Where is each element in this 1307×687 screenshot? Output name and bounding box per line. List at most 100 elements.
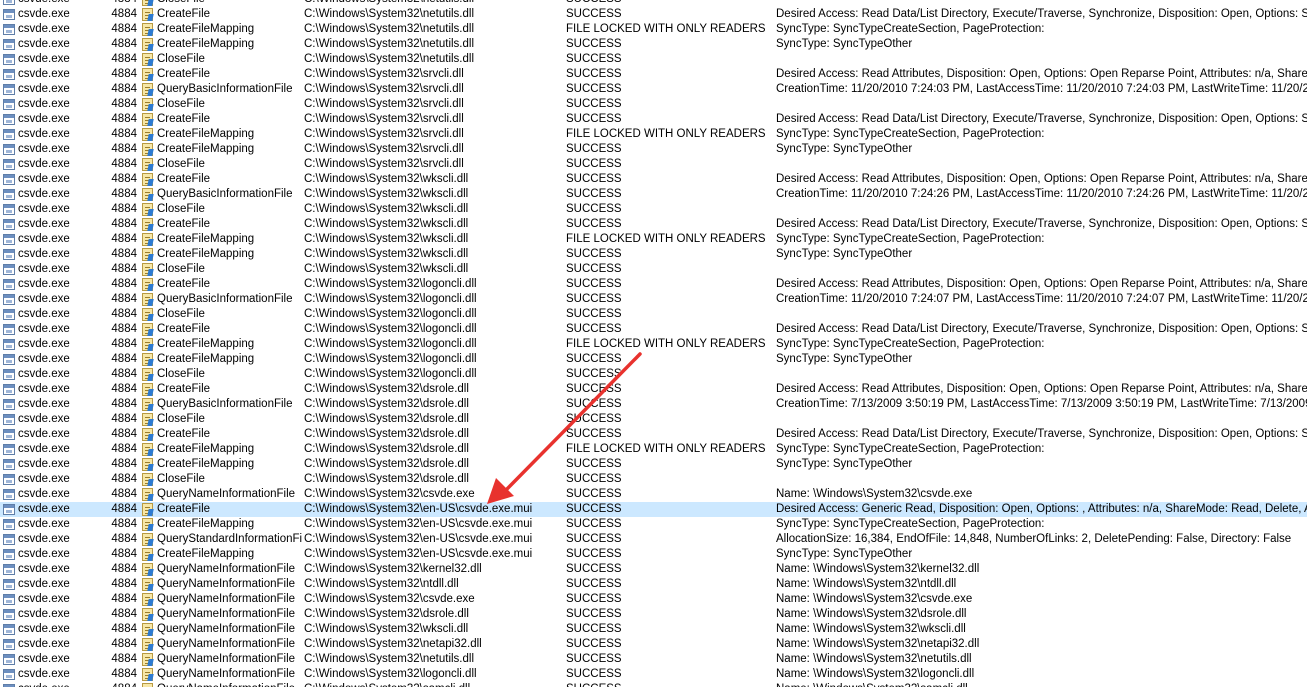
file-system-operation-icon xyxy=(142,37,156,52)
table-row[interactable]: csvde.exe 4884 CreateFile C:\Windows\System… xyxy=(0,322,1307,337)
detail-cell xyxy=(776,307,1307,322)
table-row[interactable]: csvde.exe 4884 CreateFile C:\Windows\System… xyxy=(0,172,1307,187)
table-row[interactable]: csvde.exe 4884 CreateFileMapping C:\Windows… xyxy=(0,442,1307,457)
process-name-cell: csvde.exe xyxy=(18,83,70,95)
pid-cell: 4884 xyxy=(111,413,137,425)
table-row[interactable]: csvde.exe 4884 CreateFile C:\Windows\System… xyxy=(0,277,1307,292)
table-row[interactable]: csvde.exe4884QueryNameInformationFileC:\… xyxy=(0,487,1307,502)
detail-cell: SyncType: SyncTypeOther xyxy=(776,548,913,560)
file-system-operation-icon xyxy=(142,592,156,607)
detail-cell: CreationTime: 11/20/2010 7:24:26 PM, Las… xyxy=(776,188,1307,200)
table-row[interactable]: csvde.exe4884CloseFileC:\Windows\System3… xyxy=(0,367,1307,382)
detail-cell: SyncType: SyncTypeCreateSection, PagePro… xyxy=(776,338,1045,350)
table-row[interactable]: csvde.exe4884QueryNameInformationFileC:\… xyxy=(0,667,1307,682)
file-system-operation-icon xyxy=(142,637,156,652)
table-row[interactable]: csvde.exe 4884 CreateFileMapping C:\Windows… xyxy=(0,22,1307,37)
table-row[interactable]: csvde.exe4884QueryNameInformationFileC:\… xyxy=(0,682,1307,687)
procmon-event-list[interactable]: csvde.exe 4884 CloseFile C:\Windows\System3… xyxy=(0,0,1307,687)
operation-cell: QueryBasicInformationFile xyxy=(157,398,293,410)
table-row[interactable]: csvde.exe 4884 CreateFile C:\Windows\System… xyxy=(0,112,1307,127)
table-row[interactable]: csvde.exe4884CloseFileC:\Windows\System3… xyxy=(0,307,1307,322)
exe-icon xyxy=(3,487,17,502)
file-system-operation-icon xyxy=(142,607,156,622)
table-row[interactable]: csvde.exe 4884 QueryBasicInformationFile C:… xyxy=(0,82,1307,97)
table-row[interactable]: csvde.exe 4884 CreateFile C:\Windows\System… xyxy=(0,427,1307,442)
detail-cell: Name: \Windows\System32\dsrole.dll xyxy=(776,608,967,620)
table-row[interactable]: csvde.exe4884CloseFileC:\Windows\System3… xyxy=(0,157,1307,172)
exe-icon xyxy=(3,607,17,622)
table-row[interactable]: csvde.exe4884QueryNameInformationFileC:\… xyxy=(0,637,1307,652)
table-row[interactable]: csvde.exe4884QueryNameInformationFileC:\… xyxy=(0,592,1307,607)
table-row[interactable]: csvde.exe4884QueryNameInformationFileC:\… xyxy=(0,652,1307,667)
table-row[interactable]: csvde.exe 4884 CreateFileMapping C:\Windows… xyxy=(0,127,1307,142)
path-cell: C:\Windows\System32\en-US\csvde.exe.mui xyxy=(304,548,533,560)
table-row[interactable]: csvde.exe 4884 CreateFileMapping C:\Windows… xyxy=(0,232,1307,247)
table-row[interactable]: csvde.exe4884CloseFileC:\Windows\System3… xyxy=(0,262,1307,277)
table-row[interactable]: csvde.exe 4884 CreateFileMapping C:\Windows… xyxy=(0,247,1307,262)
table-row[interactable]: csvde.exe4884QueryNameInformationFileC:\… xyxy=(0,607,1307,622)
detail-cell: AllocationSize: 16,384, EndOfFile: 14,84… xyxy=(776,533,1292,545)
pid-cell: 4884 xyxy=(111,428,137,440)
exe-icon xyxy=(3,142,17,157)
file-system-operation-icon xyxy=(142,262,156,277)
exe-icon xyxy=(3,457,17,472)
table-row[interactable]: csvde.exe 4884 QueryStandardInformationFil… xyxy=(0,532,1307,547)
table-row[interactable]: csvde.exe4884CloseFileC:\Windows\System3… xyxy=(0,472,1307,487)
path-cell: C:\Windows\System32\csvde.exe xyxy=(304,593,475,605)
pid-cell: 4884 xyxy=(111,518,137,530)
file-system-operation-icon xyxy=(142,202,156,217)
table-row[interactable]: csvde.exe 4884 CreateFile C:\Windows\System… xyxy=(0,382,1307,397)
table-row[interactable]: csvde.exe 4884 CreateFileMapping C:\Windows… xyxy=(0,457,1307,472)
table-row[interactable]: csvde.exe 4884 CreateFileMapping C:\Windows… xyxy=(0,547,1307,562)
table-row[interactable]: csvde.exe4884QueryNameInformationFileC:\… xyxy=(0,562,1307,577)
path-cell: C:\Windows\System32\logoncli.dll xyxy=(304,353,477,365)
operation-cell: CloseFile xyxy=(157,368,205,380)
table-row[interactable]: csvde.exe 4884 CreateFile C:\Windows\System… xyxy=(0,67,1307,82)
detail-cell: SyncType: SyncTypeCreateSection, PagePro… xyxy=(776,128,1045,140)
operation-cell: CreateFileMapping xyxy=(157,143,255,155)
operation-cell: CreateFile xyxy=(157,278,211,290)
table-row[interactable]: csvde.exe 4884 QueryBasicInformationFile C:… xyxy=(0,397,1307,412)
table-row[interactable]: csvde.exe4884CloseFileC:\Windows\System3… xyxy=(0,97,1307,112)
path-cell: C:\Windows\System32\wkscli.dll xyxy=(304,233,469,245)
table-row-selected[interactable]: csvde.exe 4884 CreateFile C:\Windows\System… xyxy=(0,502,1307,517)
result-cell: SUCCESS xyxy=(566,398,622,410)
table-row[interactable]: csvde.exe4884CloseFileC:\Windows\System3… xyxy=(0,0,1307,7)
table-row[interactable]: csvde.exe4884CloseFileC:\Windows\System3… xyxy=(0,202,1307,217)
operation-cell: CreateFile xyxy=(157,68,211,80)
table-row[interactable]: csvde.exe4884QueryNameInformationFileC:\… xyxy=(0,577,1307,592)
exe-icon xyxy=(3,292,17,307)
process-name-cell: csvde.exe xyxy=(18,682,108,687)
pid-cell: 4884 xyxy=(111,608,137,620)
detail-cell: Name: \Windows\System32\ntdll.dll xyxy=(776,578,957,590)
table-row[interactable]: csvde.exe 4884 CreateFileMapping C:\Windows… xyxy=(0,337,1307,352)
event-rows: csvde.exe 4884 CloseFile C:\Windows\System3… xyxy=(0,0,1307,687)
exe-icon xyxy=(3,682,17,687)
process-name-cell: csvde.exe xyxy=(18,398,70,410)
table-row[interactable]: csvde.exe 4884 CreateFileMapping C:\Windows… xyxy=(0,517,1307,532)
table-row[interactable]: csvde.exe 4884 QueryBasicInformationFile C:… xyxy=(0,187,1307,202)
table-row[interactable]: csvde.exe 4884 CreateFileMapping C:\Windows… xyxy=(0,142,1307,157)
table-row[interactable]: csvde.exe 4884 CreateFileMapping C:\Windows… xyxy=(0,352,1307,367)
table-row[interactable]: csvde.exe 4884 CreateFileMapping C:\Windows… xyxy=(0,37,1307,52)
file-system-operation-icon xyxy=(142,112,156,127)
path-cell: C:\Windows\System32\srvcli.dll xyxy=(304,68,464,80)
result-cell: SUCCESS xyxy=(566,518,622,530)
process-name-cell: csvde.exe xyxy=(18,638,70,650)
exe-icon xyxy=(3,637,17,652)
exe-icon xyxy=(3,427,17,442)
path-cell: C:\Windows\System32\dsrole.dll xyxy=(304,428,469,440)
path-cell: C:\Windows\System32\dsrole.dll xyxy=(304,443,469,455)
file-system-operation-icon xyxy=(142,187,156,202)
table-row[interactable]: csvde.exe 4884 QueryBasicInformationFile C:… xyxy=(0,292,1307,307)
table-row[interactable]: csvde.exe4884QueryNameInformationFileC:\… xyxy=(0,622,1307,637)
file-system-operation-icon xyxy=(142,577,156,592)
table-row[interactable]: csvde.exe 4884 CreateFile C:\Windows\System… xyxy=(0,217,1307,232)
result-cell: SUCCESS xyxy=(566,368,622,380)
exe-icon xyxy=(3,187,17,202)
file-system-operation-icon xyxy=(142,652,156,667)
detail-cell: Name: \Windows\System32\kernel32.dll xyxy=(776,563,980,575)
table-row[interactable]: csvde.exe 4884 CreateFile C:\Windows\System… xyxy=(0,7,1307,22)
table-row[interactable]: csvde.exe4884CloseFileC:\Windows\System3… xyxy=(0,52,1307,67)
table-row[interactable]: csvde.exe4884CloseFileC:\Windows\System3… xyxy=(0,412,1307,427)
